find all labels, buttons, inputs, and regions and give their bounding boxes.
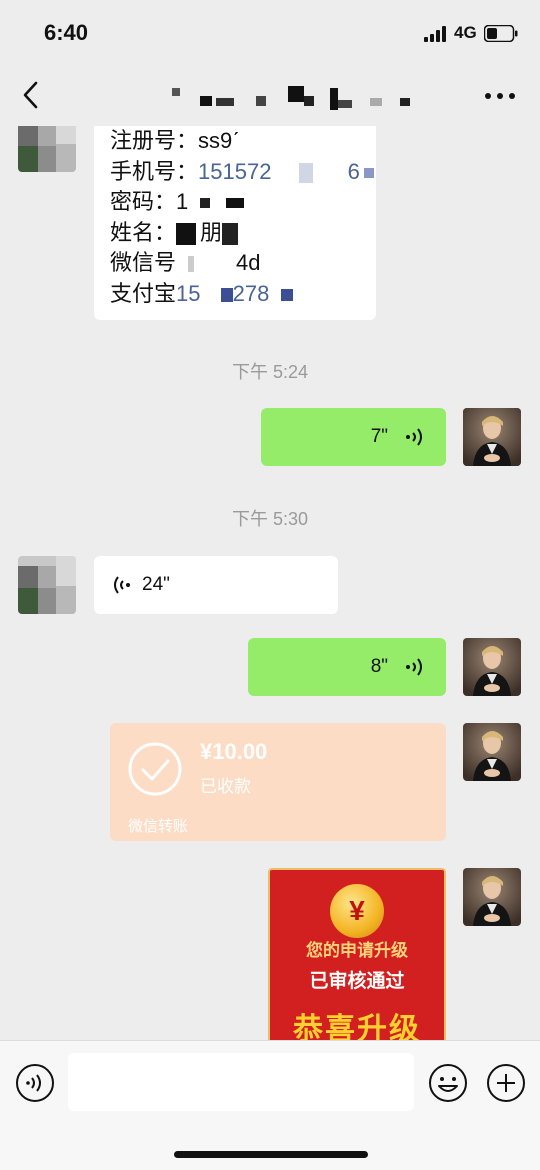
info-row-password: 密码：1 bbox=[110, 187, 376, 218]
name-label: 姓名： bbox=[110, 219, 177, 245]
voice-message-self[interactable]: 7" bbox=[261, 408, 446, 466]
battery-icon bbox=[484, 25, 518, 42]
phone-redaction bbox=[277, 162, 348, 183]
input-bar bbox=[0, 1040, 540, 1170]
self-avatar[interactable] bbox=[463, 868, 521, 926]
phone-label: 手机号： bbox=[110, 158, 199, 184]
alipay-redaction bbox=[220, 287, 233, 302]
contact-avatar[interactable] bbox=[18, 556, 76, 614]
self-avatar[interactable] bbox=[463, 408, 521, 466]
wechat-label: 微信号 bbox=[110, 250, 177, 275]
timestamp: 下午 5:30 bbox=[231, 509, 309, 529]
transfer-status: 已收款 bbox=[200, 777, 251, 796]
self-avatar[interactable] bbox=[463, 723, 521, 781]
password-value: 1 bbox=[176, 189, 189, 214]
signal-icon bbox=[424, 26, 446, 42]
transfer-amount: ¥10.00 bbox=[200, 739, 268, 764]
voice-message-contact[interactable]: 24" bbox=[94, 556, 338, 614]
timestamp: 下午 5:24 bbox=[231, 362, 309, 382]
coin-symbol: ¥ bbox=[349, 895, 365, 926]
info-row-register: 注册号：ss9ˊ bbox=[110, 126, 376, 157]
avatar-image bbox=[18, 556, 76, 614]
upgrade-line2: 已审核通过 bbox=[309, 971, 405, 992]
wechat-redaction bbox=[176, 256, 237, 273]
alipay-value-suffix: 278 bbox=[232, 280, 270, 306]
name-redaction bbox=[176, 222, 197, 245]
name-redaction-2 bbox=[222, 222, 239, 245]
avatar-image bbox=[18, 126, 76, 172]
self-avatar[interactable] bbox=[463, 638, 521, 696]
contact-avatar[interactable] bbox=[18, 126, 76, 172]
upgrade-line3: 恭喜升级 bbox=[293, 1012, 421, 1040]
voice-toggle-icon[interactable] bbox=[15, 1063, 55, 1103]
info-row-name: 姓名： 朋 bbox=[110, 218, 376, 249]
voice-wave-icon bbox=[406, 428, 422, 446]
account-info-bubble[interactable]: 注册号：ss9ˊ 手机号：151572 6 密码：1 姓名： 朋 微信号 4d 支付… bbox=[94, 126, 376, 320]
check-icon bbox=[128, 742, 182, 796]
phone-redaction-end bbox=[363, 167, 374, 178]
voice-wave-icon bbox=[114, 576, 130, 594]
upgrade-image-message[interactable]: ¥ 您的申请升级 已审核通过 恭喜升级 bbox=[268, 868, 446, 1040]
info-row-phone: 手机号：151572 6 bbox=[110, 157, 376, 188]
voice-wave-icon bbox=[406, 658, 422, 676]
voice-duration: 8" bbox=[370, 656, 388, 677]
upgrade-line1: 您的申请升级 bbox=[306, 941, 408, 960]
more-icon[interactable] bbox=[484, 92, 516, 100]
message-input[interactable] bbox=[68, 1053, 414, 1111]
alipay-value: 15 bbox=[176, 280, 201, 306]
register-label: 注册号： bbox=[110, 128, 199, 153]
password-redaction-2 bbox=[226, 198, 245, 209]
register-value: ss9ˊ bbox=[198, 128, 240, 153]
transfer-card[interactable]: ¥10.00 已收款 微信转账 bbox=[110, 723, 446, 841]
password-label: 密码： bbox=[110, 189, 177, 214]
network-type: 4G bbox=[454, 23, 477, 42]
home-indicator bbox=[174, 1151, 368, 1158]
wechat-value: 4d bbox=[236, 250, 261, 275]
avatar-image bbox=[463, 638, 521, 696]
phone-value-suffix: 6 bbox=[347, 158, 360, 184]
name-value: 朋 bbox=[200, 219, 223, 245]
info-row-alipay: 支付宝15 278 bbox=[110, 279, 376, 310]
chat-header bbox=[0, 64, 540, 126]
voice-duration: 24" bbox=[142, 574, 170, 595]
voice-message-self[interactable]: 8" bbox=[248, 638, 446, 696]
coin-icon: ¥ bbox=[330, 884, 384, 938]
status-time: 6:40 bbox=[44, 20, 89, 45]
chat-title-redaction bbox=[172, 86, 410, 110]
status-bar: 6:40 4G bbox=[0, 0, 540, 64]
voice-duration: 7" bbox=[370, 426, 388, 447]
avatar-image bbox=[463, 408, 521, 466]
phone-value: 151572 bbox=[198, 158, 272, 184]
info-row-wechat: 微信号 4d bbox=[110, 248, 376, 279]
avatar-image bbox=[463, 868, 521, 926]
emoji-icon[interactable] bbox=[428, 1063, 468, 1103]
alipay-label: 支付宝 bbox=[110, 280, 177, 306]
chat-messages[interactable]: 注册号：ss9ˊ 手机号：151572 6 密码：1 姓名： 朋 微信号 4d 支付… bbox=[0, 126, 540, 1040]
plus-icon[interactable] bbox=[486, 1063, 526, 1103]
password-redaction bbox=[200, 198, 211, 209]
back-icon[interactable] bbox=[20, 80, 44, 110]
transfer-label: 微信转账 bbox=[128, 818, 189, 835]
alipay-redaction-end bbox=[281, 288, 294, 301]
avatar-image bbox=[463, 723, 521, 781]
